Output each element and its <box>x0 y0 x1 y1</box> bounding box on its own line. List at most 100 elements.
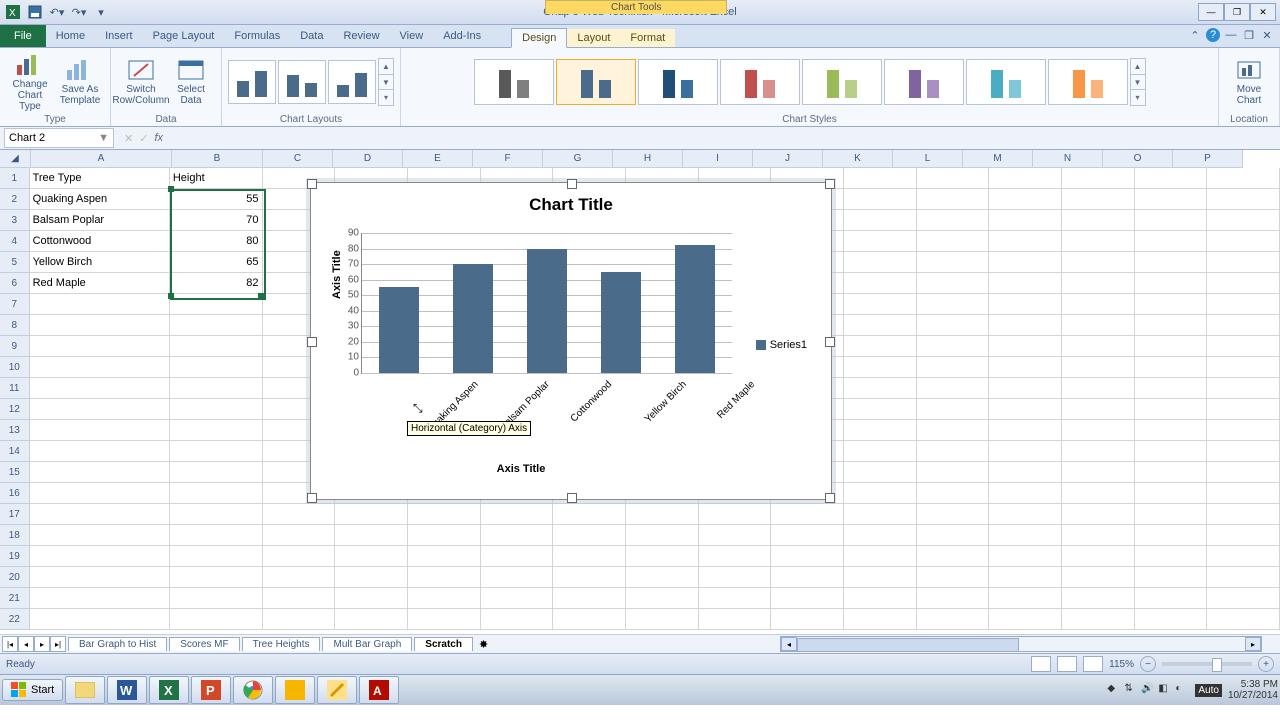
cell[interactable] <box>844 336 917 357</box>
cell[interactable] <box>335 525 408 546</box>
cell[interactable] <box>699 525 772 546</box>
cell[interactable] <box>170 315 263 336</box>
row-header[interactable]: 2 <box>0 189 30 210</box>
cell[interactable] <box>170 420 263 441</box>
cell[interactable] <box>917 189 990 210</box>
cell[interactable]: Balsam Poplar <box>30 210 170 231</box>
column-header[interactable]: I <box>683 150 753 168</box>
worksheet-grid[interactable]: ◢ ABCDEFGHIJKLMNOP 1Tree TypeHeight2Quak… <box>0 150 1280 634</box>
cell[interactable] <box>553 504 626 525</box>
column-header[interactable]: O <box>1103 150 1173 168</box>
cell[interactable] <box>1207 168 1280 189</box>
cell[interactable] <box>989 441 1062 462</box>
cell[interactable] <box>989 588 1062 609</box>
cell[interactable] <box>30 462 170 483</box>
cell[interactable] <box>1135 546 1208 567</box>
row-header[interactable]: 4 <box>0 231 30 252</box>
cell[interactable] <box>1207 189 1280 210</box>
cell[interactable] <box>1135 441 1208 462</box>
cell[interactable] <box>170 462 263 483</box>
cell[interactable] <box>1207 231 1280 252</box>
zoom-level[interactable]: 115% <box>1109 659 1134 670</box>
normal-view-button[interactable] <box>1031 656 1051 672</box>
row-header[interactable]: 17 <box>0 504 30 525</box>
cell[interactable] <box>1135 378 1208 399</box>
minimize-ribbon-icon[interactable]: ⌃ <box>1188 28 1202 42</box>
cell[interactable] <box>989 378 1062 399</box>
cell[interactable] <box>917 567 990 588</box>
cell[interactable] <box>30 504 170 525</box>
taskbar-explorer[interactable] <box>65 676 105 704</box>
cell[interactable] <box>844 189 917 210</box>
cell[interactable] <box>989 609 1062 630</box>
selection-fill-handle[interactable] <box>258 293 264 299</box>
cell[interactable] <box>989 462 1062 483</box>
row-header[interactable]: 12 <box>0 399 30 420</box>
cell[interactable] <box>771 525 844 546</box>
cell[interactable] <box>844 609 917 630</box>
taskbar-word[interactable]: W <box>107 676 147 704</box>
cell[interactable] <box>917 294 990 315</box>
fx-icon[interactable]: fx <box>154 132 163 144</box>
chart-layout-3[interactable] <box>328 60 376 104</box>
cell[interactable]: 65 <box>170 252 263 273</box>
x-category-label[interactable]: Red Maple <box>715 379 757 421</box>
cell[interactable] <box>481 525 554 546</box>
cell[interactable]: 70 <box>170 210 263 231</box>
cell[interactable] <box>1207 504 1280 525</box>
cell[interactable] <box>699 567 772 588</box>
cell[interactable] <box>771 588 844 609</box>
chart-style-2[interactable] <box>556 59 636 105</box>
sheet-tab[interactable]: Tree Heights <box>242 637 321 651</box>
cell[interactable] <box>989 483 1062 504</box>
row-header[interactable]: 21 <box>0 588 30 609</box>
cell[interactable] <box>989 294 1062 315</box>
chart-layouts-scroll[interactable]: ▲▼▾ <box>378 58 394 106</box>
cell[interactable] <box>917 273 990 294</box>
cell[interactable] <box>1135 231 1208 252</box>
cell[interactable] <box>989 357 1062 378</box>
column-header[interactable]: P <box>1173 150 1243 168</box>
cell[interactable] <box>1207 399 1280 420</box>
cell[interactable] <box>170 378 263 399</box>
fx-enter-icon[interactable]: ✓ <box>139 132 148 145</box>
cell[interactable] <box>917 588 990 609</box>
sheet-tab[interactable]: Bar Graph to Hist <box>68 637 167 651</box>
select-data-button[interactable]: Select Data <box>167 58 215 106</box>
restore-button[interactable]: ❐ <box>1224 3 1250 21</box>
tab-home[interactable]: Home <box>46 25 95 47</box>
chart-style-1[interactable] <box>474 59 554 105</box>
chart-resize-handle[interactable] <box>567 179 577 189</box>
cell[interactable] <box>1207 336 1280 357</box>
cell[interactable] <box>1207 546 1280 567</box>
cell[interactable] <box>1207 210 1280 231</box>
cell[interactable] <box>626 525 699 546</box>
cell[interactable]: Tree Type <box>30 168 170 189</box>
column-header[interactable]: C <box>263 150 333 168</box>
cell[interactable] <box>1207 567 1280 588</box>
cell[interactable] <box>844 315 917 336</box>
cell[interactable] <box>30 567 170 588</box>
cell[interactable] <box>263 567 336 588</box>
cell[interactable] <box>844 399 917 420</box>
cell[interactable] <box>844 294 917 315</box>
cell[interactable] <box>1135 588 1208 609</box>
cell[interactable] <box>626 546 699 567</box>
cell[interactable] <box>408 609 481 630</box>
cell[interactable] <box>30 378 170 399</box>
cell[interactable] <box>626 504 699 525</box>
cell[interactable] <box>1062 462 1135 483</box>
page-break-view-button[interactable] <box>1083 656 1103 672</box>
chart-style-3[interactable] <box>638 59 718 105</box>
cell[interactable] <box>408 546 481 567</box>
change-chart-type-button[interactable]: Change Chart Type <box>6 53 54 112</box>
plot-area[interactable]: 0102030405060708090Quaking AspenBalsam P… <box>361 233 732 374</box>
cell[interactable] <box>553 525 626 546</box>
cell[interactable] <box>626 588 699 609</box>
cell[interactable] <box>170 588 263 609</box>
tab-addins[interactable]: Add-Ins <box>433 25 491 47</box>
cell[interactable] <box>1062 609 1135 630</box>
cell[interactable] <box>263 546 336 567</box>
cell[interactable] <box>335 609 408 630</box>
cell[interactable] <box>1062 189 1135 210</box>
